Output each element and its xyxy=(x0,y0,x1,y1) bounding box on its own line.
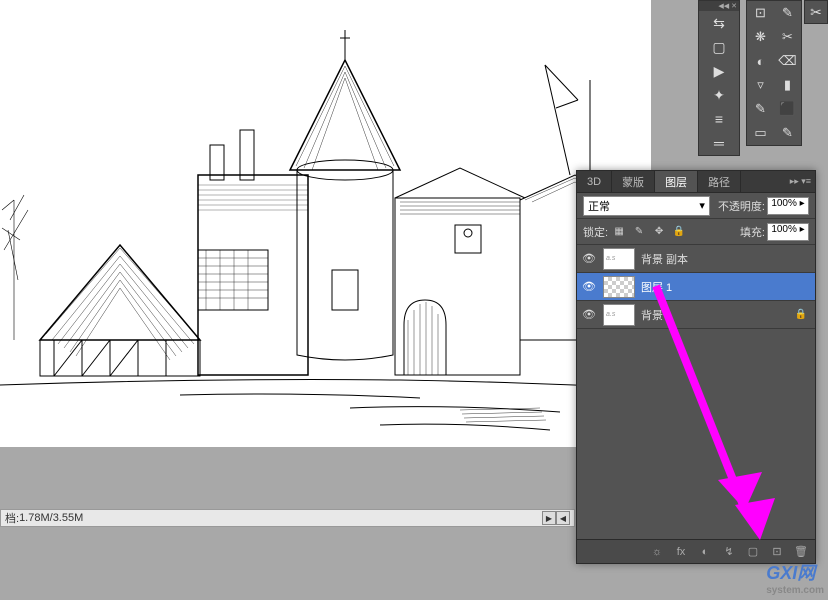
new-layer-icon[interactable]: ⊡ xyxy=(769,544,785,560)
fx-icon[interactable]: fx xyxy=(673,544,689,560)
watermark: GXI网 system.com xyxy=(766,559,824,596)
layer-row-2[interactable]: 👁 背景 🔒 xyxy=(577,301,815,329)
layer-name: 图层 1 xyxy=(641,279,672,295)
scroll-left-icon[interactable]: ◀ xyxy=(556,511,570,525)
layers-panel: 3D 蒙版 图层 路径 ▸▸ ▾≡ 正常 ▾ 不透明度: 100% ▸ 锁定: … xyxy=(576,170,816,564)
filesize: 1.78M/3.55M xyxy=(19,512,83,524)
lines-icon[interactable]: ≡ xyxy=(699,107,739,131)
opacity-label: 不透明度: xyxy=(718,198,765,214)
crop-tool-icon[interactable]: ✂ xyxy=(804,0,828,24)
sketch-image xyxy=(0,0,651,447)
bars-icon[interactable]: ═ xyxy=(699,131,739,155)
layer-thumbnail xyxy=(603,304,635,326)
link-icon[interactable]: ☼ xyxy=(649,544,665,560)
tool-a1-icon[interactable]: ⊡ xyxy=(747,1,774,25)
tool-e1-icon[interactable]: ✎ xyxy=(747,97,774,121)
watermark-main: GXI网 xyxy=(766,563,815,583)
layer-row-1[interactable]: 👁 图层 1 xyxy=(577,273,815,301)
tool-a2-icon[interactable]: ✎ xyxy=(774,1,801,25)
doc-label: 档: xyxy=(5,510,19,526)
wand-icon[interactable]: ✦ xyxy=(699,83,739,107)
blend-mode-value: 正常 xyxy=(588,198,610,214)
mask-icon[interactable]: ◐ xyxy=(697,544,713,560)
tool-b2-icon[interactable]: ✂ xyxy=(774,25,801,49)
layer-name: 背景 xyxy=(641,307,663,323)
tab-3d[interactable]: 3D xyxy=(577,171,612,192)
tools-panel-1: ◀◀ ✕ ⇆ ▢ ▶ ✦ ≡ ═ xyxy=(698,0,740,156)
panel-header: ◀◀ ✕ xyxy=(699,1,739,11)
tool-e2-icon[interactable]: ⬛ xyxy=(774,97,801,121)
lock-transparent-icon[interactable]: ▦ xyxy=(612,225,626,239)
lock-row: 锁定: ▦ ✎ ✥ 🔒 填充: 100% ▸ xyxy=(577,219,815,245)
blend-row: 正常 ▾ 不透明度: 100% ▸ xyxy=(577,193,815,219)
tool-c2-icon[interactable]: ⌫ xyxy=(774,49,801,73)
play-icon[interactable]: ▶ xyxy=(699,59,739,83)
visibility-icon[interactable]: 👁 xyxy=(581,252,597,265)
lock-label: 锁定: xyxy=(583,224,608,240)
tab-paths[interactable]: 路径 xyxy=(698,171,741,192)
tool-f1-icon[interactable]: ▭ xyxy=(747,121,774,145)
lock-all-icon[interactable]: 🔒 xyxy=(672,225,686,239)
panel-menu-icon[interactable]: ▸▸ ▾≡ xyxy=(786,171,815,192)
rect-icon[interactable]: ▢ xyxy=(699,35,739,59)
trash-icon[interactable]: 🗑 xyxy=(793,544,809,560)
tab-mask[interactable]: 蒙版 xyxy=(612,171,655,192)
tool-f2-icon[interactable]: ✎ xyxy=(774,121,801,145)
layer-thumbnail xyxy=(603,248,635,270)
lock-paint-icon[interactable]: ✎ xyxy=(632,225,646,239)
layer-thumbnail xyxy=(603,276,635,298)
panel-tabs: 3D 蒙版 图层 路径 ▸▸ ▾≡ xyxy=(577,171,815,193)
visibility-icon[interactable]: 👁 xyxy=(581,308,597,321)
lock-icon: 🔒 xyxy=(795,309,807,320)
swap-icon[interactable]: ⇆ xyxy=(699,11,739,35)
opacity-input[interactable]: 100% ▸ xyxy=(767,197,809,215)
layers-empty-area xyxy=(577,329,815,539)
collapse-icon[interactable]: ◀◀ xyxy=(718,2,729,10)
lock-move-icon[interactable]: ✥ xyxy=(652,225,666,239)
tools-panel-2: ⊡✎ ❋✂ ◐⌫ ▿▮ ✎⬛ ▭✎ xyxy=(746,0,802,146)
status-bar: 档: 1.78M/3.55M ▶ ◀ xyxy=(0,509,575,527)
watermark-sub: system.com xyxy=(766,585,824,596)
tool-d2-icon[interactable]: ▮ xyxy=(774,73,801,97)
fill-label: 填充: xyxy=(740,224,765,240)
close-icon[interactable]: ✕ xyxy=(731,2,737,10)
visibility-icon[interactable]: 👁 xyxy=(581,280,597,293)
tool-b1-icon[interactable]: ❋ xyxy=(747,25,774,49)
group-icon[interactable]: ▢ xyxy=(745,544,761,560)
scroll-right-1-icon[interactable]: ▶ xyxy=(542,511,556,525)
canvas-area[interactable] xyxy=(0,0,651,447)
tool-d1-icon[interactable]: ▿ xyxy=(747,73,774,97)
layer-row-0[interactable]: 👁 背景 副本 xyxy=(577,245,815,273)
blend-mode-select[interactable]: 正常 ▾ xyxy=(583,196,710,216)
chevron-down-icon: ▾ xyxy=(699,199,705,212)
tab-layers[interactable]: 图层 xyxy=(655,171,698,192)
layer-name: 背景 副本 xyxy=(641,251,688,267)
tool-c1-icon[interactable]: ◐ xyxy=(747,49,774,73)
fill-input[interactable]: 100% ▸ xyxy=(767,223,809,241)
adjustment-icon[interactable]: ↯ xyxy=(721,544,737,560)
